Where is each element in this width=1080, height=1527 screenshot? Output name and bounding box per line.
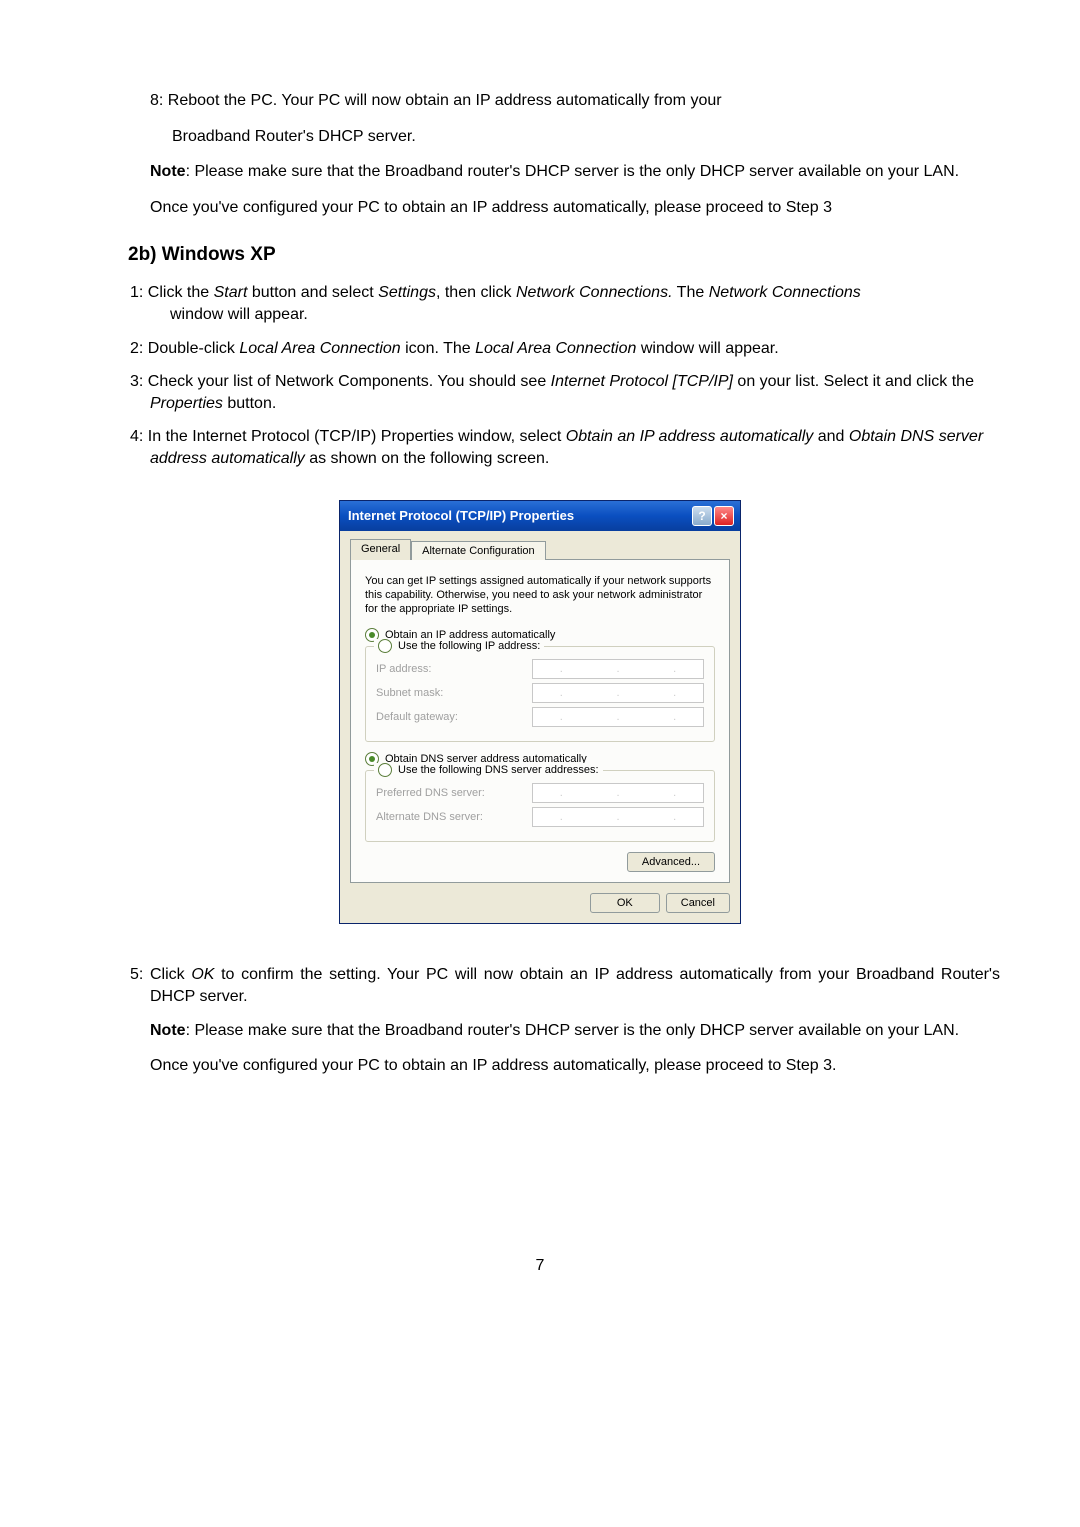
note1-label: Note [150,163,186,180]
s4c: and [813,428,849,445]
note2: Note: Please make sure that the Broadban… [150,1020,1000,1042]
s5a: 5: Click [130,966,191,983]
pref-dns-input: ... [532,783,704,803]
s1h: Network Connections [709,284,861,301]
note1-text: : Please make sure that the Broadband ro… [186,163,960,180]
note1: Note: Please make sure that the Broadban… [150,161,1000,183]
s2e: window will appear. [636,340,778,357]
s2a: 2: Double-click [130,340,239,357]
dialog-title: Internet Protocol (TCP/IP) Properties [348,508,574,523]
step8-line2: Broadband Router's DHCP server. [172,126,1000,148]
pref-dns-label: Preferred DNS server: [376,787,485,799]
ip-address-row: IP address: ... [376,659,704,679]
s1g: The [673,284,709,301]
gateway-row: Default gateway: ... [376,707,704,727]
subnet-input: ... [532,683,704,703]
titlebar-buttons: ? × [692,506,734,526]
s2d: Local Area Connection [475,340,636,357]
ip-address-label: IP address: [376,663,431,675]
s3e: button. [223,395,276,412]
close-icon[interactable]: × [714,506,734,526]
gateway-input: ... [532,707,704,727]
once-configured-1: Once you've configured your PC to obtain… [150,197,1000,219]
tab-panel-general: You can get IP settings assigned automat… [350,559,730,884]
advanced-button[interactable]: Advanced... [627,852,715,872]
dialog-screenshot: Internet Protocol (TCP/IP) Properties ? … [80,500,1000,925]
s1a: 1: Click the [130,284,214,301]
s4a: 4: In the Internet Protocol (TCP/IP) Pro… [130,428,566,445]
s3b: Internet Protocol [TCP/IP] [551,373,733,390]
s1f: Network Connections. [516,284,673,301]
s4e: as shown on the following screen. [305,450,550,467]
radio-use-dns-label: Use the following DNS server addresses: [398,764,599,776]
s2b: Local Area Connection [239,340,400,357]
tab-alternate-config[interactable]: Alternate Configuration [411,541,546,560]
dialog-help-text: You can get IP settings assigned automat… [365,574,715,617]
alt-dns-row: Alternate DNS server: ... [376,807,704,827]
step-3: 3: Check your list of Network Components… [150,371,1000,414]
alt-dns-input: ... [532,807,704,827]
s1i: window will appear. [170,304,1000,326]
page-number: 7 [80,1257,1000,1275]
s4b: Obtain an IP address automatically [566,428,814,445]
s2c: icon. The [401,340,475,357]
dialog-button-row: OK Cancel [350,893,730,913]
dialog-tabs: General Alternate Configuration [350,539,730,560]
radio-use-dns[interactable]: Use the following DNS server addresses: [374,763,603,777]
step-5: 5: Click OK to confirm the setting. Your… [150,964,1000,1007]
note2-label: Note [150,1022,186,1039]
pref-dns-row: Preferred DNS server: ... [376,783,704,803]
dialog-titlebar: Internet Protocol (TCP/IP) Properties ? … [340,501,740,531]
subnet-label: Subnet mask: [376,687,443,699]
cancel-button[interactable]: Cancel [666,893,730,913]
radio-use-ip-label: Use the following IP address: [398,640,540,652]
note2-text: : Please make sure that the Broadband ro… [186,1022,960,1039]
tab-general[interactable]: General [350,539,411,560]
once-configured-2: Once you've configured your PC to obtain… [150,1055,1000,1077]
group-ip-address: Use the following IP address: IP address… [365,646,715,742]
help-icon[interactable]: ? [692,506,712,526]
s3c: on your list. Select it and click the [733,373,974,390]
s1c: button and select [247,284,378,301]
s1b: Start [214,284,248,301]
advanced-row: Advanced... [365,852,715,872]
group-dns: Use the following DNS server addresses: … [365,770,715,842]
s1d: Settings [378,284,436,301]
ip-address-input: ... [532,659,704,679]
radio-use-ip[interactable]: Use the following IP address: [374,639,544,653]
s1e: , then click [436,284,516,301]
subnet-row: Subnet mask: ... [376,683,704,703]
alt-dns-label: Alternate DNS server: [376,811,483,823]
s3d: Properties [150,395,223,412]
document-page: 8: Reboot the PC. Your PC will now obtai… [0,0,1080,1315]
s5c: to confirm the setting. Your PC will now… [150,966,1000,1005]
step-1: 1: Click the Start button and select Set… [150,282,1000,325]
step-2: 2: Double-click Local Area Connection ic… [150,338,1000,360]
step8-line1: 8: Reboot the PC. Your PC will now obtai… [150,90,1000,112]
s5b: OK [191,966,214,983]
step-4: 4: In the Internet Protocol (TCP/IP) Pro… [150,426,1000,469]
section-title-2b: 2b) Windows XP [128,244,1000,266]
ok-button[interactable]: OK [590,893,660,913]
gateway-label: Default gateway: [376,711,458,723]
radio-icon [378,763,392,777]
s3a: 3: Check your list of Network Components… [130,373,551,390]
dialog-body: General Alternate Configuration You can … [340,531,740,924]
tcpip-properties-dialog: Internet Protocol (TCP/IP) Properties ? … [339,500,741,925]
radio-icon [378,639,392,653]
